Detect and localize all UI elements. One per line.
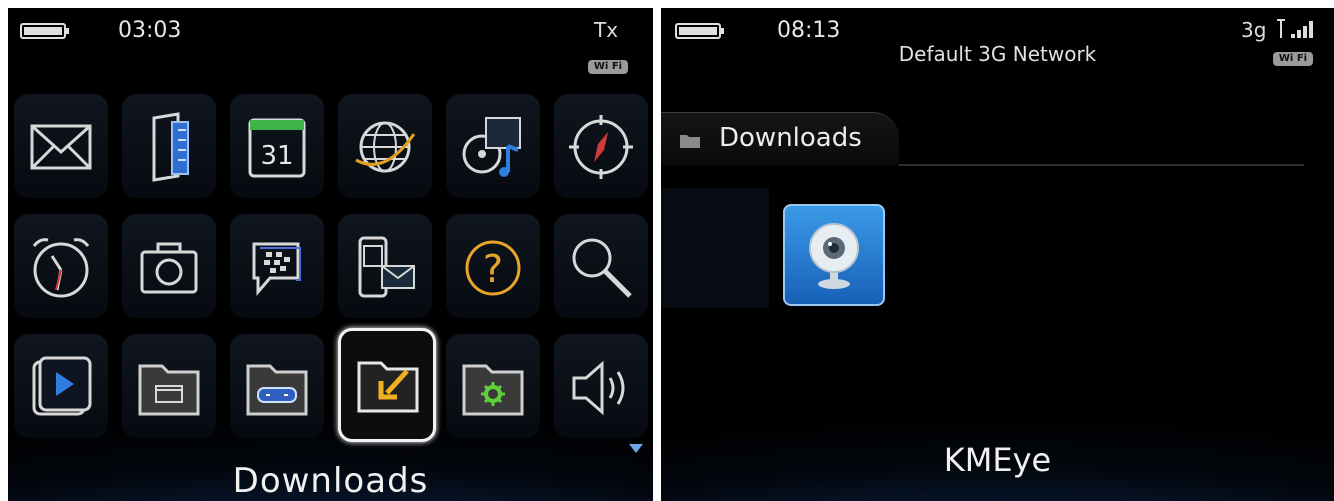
svg-text:31: 31	[260, 141, 293, 171]
status-time: 03:03	[118, 18, 182, 43]
scroll-down-icon[interactable]	[629, 444, 643, 453]
list-shade	[661, 188, 769, 308]
compass-icon[interactable]	[554, 94, 648, 198]
sms-mms-icon[interactable]	[338, 214, 432, 318]
downloads-folder-icon[interactable]	[338, 328, 436, 442]
signal-bars-icon	[1277, 19, 1313, 38]
sound-profile-icon[interactable]	[554, 334, 648, 438]
settings-folder-icon[interactable]	[446, 334, 540, 438]
signal-indicator: Tx	[594, 18, 619, 42]
games-folder-icon[interactable]	[230, 334, 324, 438]
svg-text:?: ?	[483, 247, 503, 291]
left-home-screen: 03:03 Tx Wi Fi 31 ? Downloads	[8, 8, 653, 501]
status-time: 08:13	[777, 18, 841, 43]
bbm-icon[interactable]	[230, 214, 324, 318]
folder-icon	[680, 135, 700, 148]
right-downloads-screen: 08:13 3g Wi Fi Default 3G Network Downlo…	[661, 8, 1334, 501]
browser-icon[interactable]	[338, 94, 432, 198]
kmeye-app-icon[interactable]	[783, 204, 885, 306]
folder-tab[interactable]: Downloads	[661, 112, 899, 165]
folder-tab-label: Downloads	[719, 123, 862, 153]
battery-icon	[20, 23, 69, 39]
applications-folder-icon[interactable]	[122, 334, 216, 438]
camera-icon[interactable]	[122, 214, 216, 318]
messages-icon[interactable]	[14, 94, 108, 198]
webcam-icon	[809, 223, 859, 289]
video-player-icon[interactable]	[14, 334, 108, 438]
help-icon[interactable]: ?	[446, 214, 540, 318]
media-icon[interactable]	[446, 94, 540, 198]
selected-item-caption: Downloads	[232, 461, 429, 501]
calendar-icon[interactable]: 31	[230, 94, 324, 198]
tab-divider	[899, 164, 1304, 166]
battery-icon	[675, 23, 724, 39]
wifi-badge: Wi Fi	[588, 60, 628, 74]
search-icon[interactable]	[554, 214, 648, 318]
selected-app-caption: KMEye	[943, 441, 1052, 479]
network-title: Default 3G Network	[898, 42, 1097, 66]
contacts-icon[interactable]	[122, 94, 216, 198]
network-type-label: 3g	[1241, 18, 1267, 42]
clock-icon[interactable]	[14, 214, 108, 318]
